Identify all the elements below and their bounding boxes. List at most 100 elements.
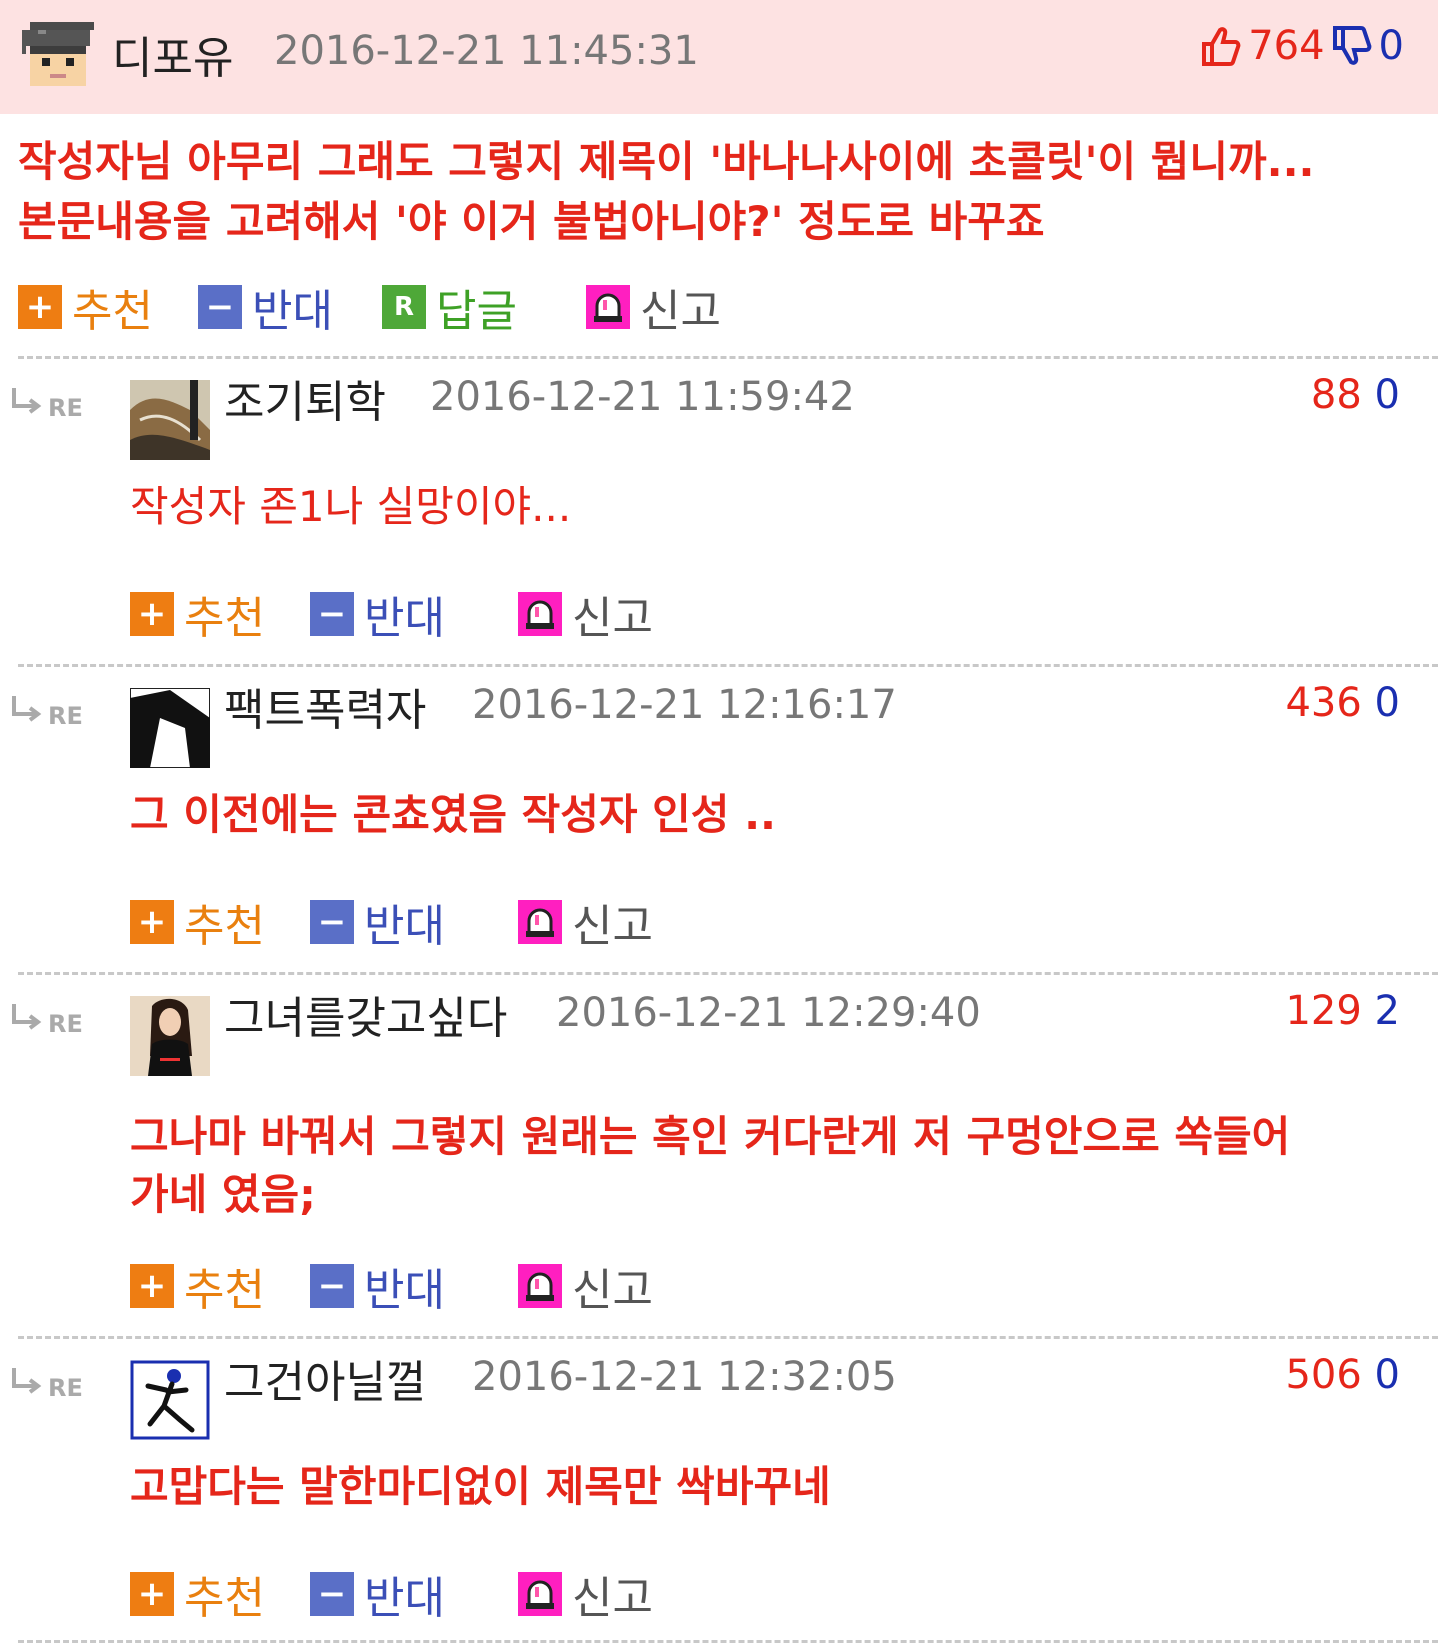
recommend-label: 추천 [184, 593, 265, 644]
oppose-label: 반대 [364, 1265, 445, 1316]
oppose-button[interactable]: − 반대 [310, 588, 445, 644]
report-label: 신고 [572, 901, 653, 952]
comment-line: 본문내용을 고려해서 '야 이거 불법아니야?' 정도로 바꾸죠 [18, 197, 1045, 246]
comment-line: 고맙다는 말한마디없이 제목만 싹바꾸네 [130, 1462, 831, 1511]
recommend-label: 추천 [72, 286, 153, 337]
plus-icon: + [18, 285, 62, 329]
comment-line: 그나마 바꿔서 그렇지 원래는 흑인 커다란게 저 구멍안으로 쏙들어 [130, 1112, 1291, 1161]
comment-line: 작성자 존1나 실망이야... [130, 482, 572, 531]
oppose-label: 반대 [364, 1573, 445, 1624]
comment-list: 디포유 2016-12-21 11:45:31 764 0 작성자님 아무리 그… [0, 0, 1438, 1644]
up-count: 88 [1310, 372, 1362, 418]
siren-icon [518, 592, 562, 636]
thumbs-up-icon [1202, 27, 1241, 66]
down-count: 0 [1374, 680, 1400, 726]
plus-icon: + [130, 592, 174, 636]
svg-text:RE: RE [48, 702, 83, 730]
oppose-button[interactable]: − 반대 [310, 896, 445, 952]
up-count: 436 [1285, 680, 1362, 726]
reply-button[interactable]: R 답글 [382, 281, 517, 337]
divider [18, 356, 1438, 359]
vote-counts: 506 0 [1285, 1352, 1400, 1398]
comment-datetime: 2016-12-21 11:59:42 [430, 374, 855, 420]
thumbs-down-icon [1332, 26, 1371, 65]
recommend-label: 추천 [184, 901, 265, 952]
recommend-button[interactable]: + 추천 [130, 1260, 265, 1316]
avatar[interactable] [130, 688, 210, 768]
plus-icon: + [130, 1572, 174, 1616]
comment-datetime: 2016-12-21 12:16:17 [472, 682, 897, 728]
comment-actions: + 추천 − 반대 신고 [130, 896, 690, 952]
reply-arrow-icon: RE [12, 388, 83, 422]
report-label: 신고 [572, 593, 653, 644]
reply-label: 답글 [436, 286, 517, 337]
vote-counts: 129 2 [1285, 988, 1400, 1034]
comment-body: 고맙다는 말한마디없이 제목만 싹바꾸네 [130, 1458, 1420, 1516]
report-button[interactable]: 신고 [518, 896, 653, 952]
avatar[interactable] [130, 380, 210, 460]
down-count: 0 [1378, 23, 1404, 69]
oppose-button[interactable]: − 반대 [310, 1260, 445, 1316]
reply-arrow-icon: RE [12, 1004, 83, 1038]
minus-icon: − [310, 900, 354, 944]
vote-counts: 88 0 [1311, 372, 1400, 418]
avatar[interactable] [18, 18, 98, 94]
comment-line: 그 이전에는 콘쵸였음 작성자 인성 .. [130, 790, 776, 839]
recommend-label: 추천 [184, 1265, 265, 1316]
up-count: 506 [1285, 1352, 1362, 1398]
comment-actions: + 추천 − 반대 R 답글 신고 [18, 281, 738, 337]
avatar[interactable] [130, 996, 210, 1076]
up-count: 129 [1285, 988, 1362, 1034]
reply-comment: RE 팩트폭력자 2016-12-21 12:16:17 436 0 그 이전에… [0, 680, 1438, 972]
oppose-button[interactable]: − 반대 [310, 1568, 445, 1624]
vote-counts: 764 0 [1200, 18, 1404, 74]
plus-icon: + [130, 1264, 174, 1308]
minus-icon: − [310, 1572, 354, 1616]
recommend-button[interactable]: + 추천 [130, 588, 265, 644]
nickname[interactable]: 팩트폭력자 [224, 674, 426, 738]
oppose-label: 반대 [252, 286, 333, 337]
comment-body: 작성자님 아무리 그래도 그렇지 제목이 '바나나사이에 초콜릿'이 뭡니까..… [18, 132, 1418, 252]
comment-datetime: 2016-12-21 11:45:31 [274, 28, 699, 74]
reply-icon: R [382, 285, 426, 329]
avatar[interactable] [130, 1360, 210, 1440]
down-count: 0 [1374, 1352, 1400, 1398]
reply-arrow-icon: RE [12, 1368, 83, 1402]
nickname[interactable]: 조기퇴학 [224, 366, 386, 430]
reply-comment: RE 조기퇴학 2016-12-21 11:59:42 88 0 작성자 존1나… [0, 372, 1438, 664]
nickname[interactable]: 디포유 [112, 22, 233, 86]
comment-actions: + 추천 − 반대 신고 [130, 588, 690, 644]
comment-datetime: 2016-12-21 12:29:40 [556, 990, 981, 1036]
recommend-button[interactable]: + 추천 [130, 896, 265, 952]
recommend-button[interactable]: + 추천 [18, 281, 153, 337]
oppose-button[interactable]: − 반대 [198, 281, 333, 337]
reply-comment: RE 그건아닐껄 2016-12-21 12:32:05 506 0 고맙다는 … [0, 1352, 1438, 1644]
recommend-button[interactable]: + 추천 [130, 1568, 265, 1624]
nickname[interactable]: 그녀를갖고싶다 [224, 982, 507, 1046]
oppose-label: 반대 [364, 901, 445, 952]
svg-text:RE: RE [48, 1374, 83, 1402]
nickname[interactable]: 그건아닐껄 [224, 1346, 426, 1410]
report-button[interactable]: 신고 [586, 281, 721, 337]
report-label: 신고 [572, 1265, 653, 1316]
comment-body: 작성자 존1나 실망이야... [130, 478, 1420, 536]
siren-icon [518, 1572, 562, 1616]
svg-text:RE: RE [48, 394, 83, 422]
minus-icon: − [198, 285, 242, 329]
down-count: 0 [1374, 372, 1400, 418]
report-button[interactable]: 신고 [518, 1260, 653, 1316]
divider [18, 1640, 1438, 1643]
comment-line: 작성자님 아무리 그래도 그렇지 제목이 '바나나사이에 초콜릿'이 뭡니까..… [18, 137, 1315, 186]
reply-arrow-icon: RE [12, 696, 83, 730]
siren-icon [586, 285, 630, 329]
comment-body: 그나마 바꿔서 그렇지 원래는 흑인 커다란게 저 구멍안으로 쏙들어 가네 였… [130, 1108, 1420, 1224]
divider [18, 1336, 1438, 1339]
comment-actions: + 추천 − 반대 신고 [130, 1260, 690, 1316]
plus-icon: + [130, 900, 174, 944]
divider [18, 972, 1438, 975]
siren-icon [518, 1264, 562, 1308]
report-button[interactable]: 신고 [518, 588, 653, 644]
report-label: 신고 [572, 1573, 653, 1624]
comment-actions: + 추천 − 반대 신고 [130, 1568, 690, 1624]
report-button[interactable]: 신고 [518, 1568, 653, 1624]
